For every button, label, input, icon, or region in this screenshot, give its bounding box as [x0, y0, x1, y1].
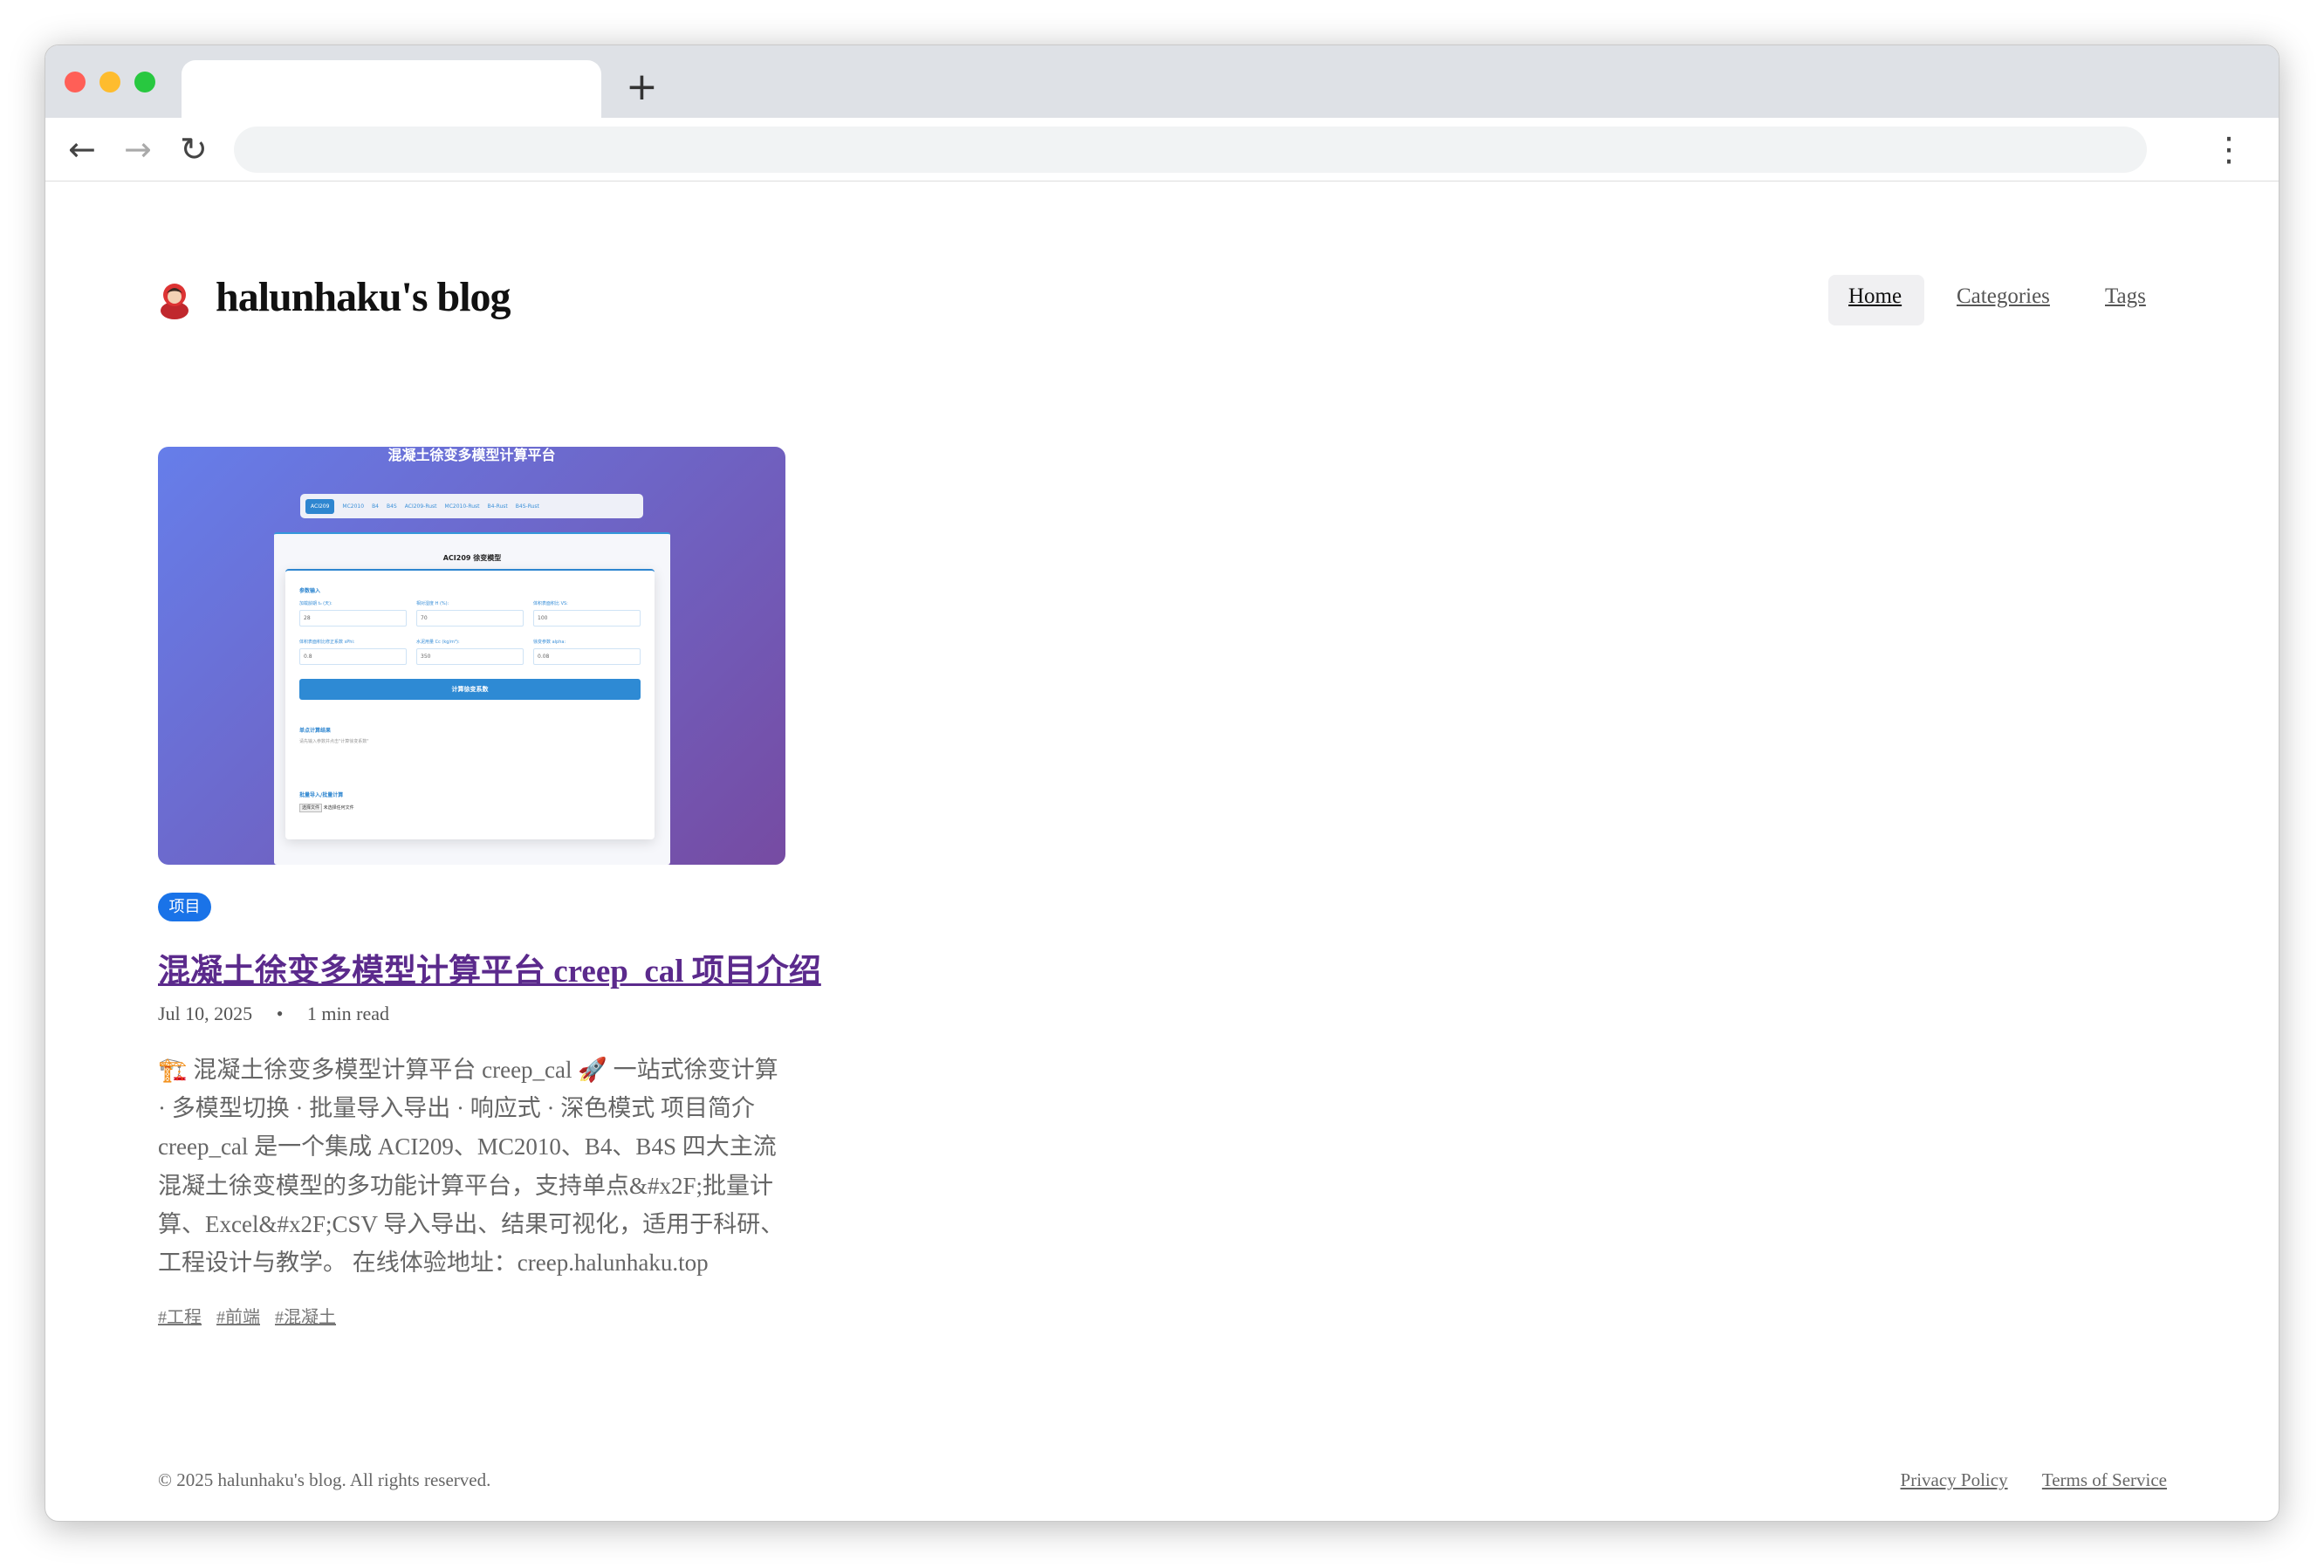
new-tab-button[interactable]: +: [626, 65, 658, 109]
thumb-field: 相对湿度 H (%): 70: [416, 600, 524, 627]
post-tags: #工程 #前端 #混凝土: [158, 1303, 346, 1328]
read-time: 1 min read: [306, 1003, 389, 1024]
browser-tab[interactable]: [182, 60, 601, 118]
terms-of-service-link[interactable]: Terms of Service: [2042, 1469, 2167, 1490]
thumb-section: 单点计算结果: [299, 728, 332, 734]
tag-link[interactable]: #前端: [216, 1308, 260, 1327]
back-icon[interactable]: ←: [68, 130, 96, 168]
thumb-model-tabs: ACI209 MC2010 B4 B4S ACI209-Rust MC2010-…: [300, 494, 643, 518]
tag-link[interactable]: #混凝土: [275, 1308, 336, 1327]
thumb-tab: ACI209-Rust: [404, 503, 437, 510]
thumb-form: 参数输入 加载龄期 t₀ (天): 28 相对湿度 H (%): 70 体积表面积比…: [285, 569, 655, 839]
tag-link[interactable]: #工程: [158, 1308, 202, 1327]
thumb-field: 水泥用量 Cc (kg/m³): 350: [416, 639, 524, 665]
browser-window: + ← → ↻ ⋮ halunhaku's blog Home Categori…: [45, 45, 2279, 1522]
thumb-field: 体积表面积比修正系数 sPhi: 0.8: [299, 639, 407, 665]
thumb-section: 批量导入/批量计算: [299, 792, 344, 798]
footer-copyright: © 2025 halunhaku's blog. All rights rese…: [158, 1469, 491, 1490]
category-badge[interactable]: 项目: [158, 893, 211, 921]
maximize-window-button[interactable]: [134, 72, 155, 92]
post-thumbnail[interactable]: 混凝土徐变多模型计算平台 ACI209 MC2010 B4 B4S ACI209…: [158, 447, 785, 865]
post-excerpt: 🏗️ 混凝土徐变多模型计算平台 creep_cal 🚀 一站式徐变计算 · 多模…: [158, 1057, 785, 1277]
meta-separator: •: [276, 1003, 284, 1024]
thumb-tab: B4-Rust: [487, 503, 508, 510]
thumb-file-input: 选择文件 未选择任何文件: [299, 804, 354, 812]
thumb-tab: ACI209: [305, 498, 335, 514]
thumb-tab: MC2010-Rust: [444, 503, 480, 510]
thumb-calc-button: 计算徐变系数: [299, 679, 641, 700]
reload-icon[interactable]: ↻: [180, 130, 208, 168]
thumb-result-hint: 请先输入参数并点击"计算徐变系数": [299, 739, 369, 744]
nav-home[interactable]: Home: [1848, 284, 1902, 309]
nav-tags[interactable]: Tags: [2105, 284, 2146, 309]
thumb-tab: B4: [372, 503, 379, 510]
thumb-field: 体积表面积比 VS: 100: [533, 600, 641, 627]
address-bar[interactable]: [234, 127, 2147, 173]
thumb-title: 混凝土徐变多模型计算平台: [387, 447, 556, 463]
page: halunhaku's blog Home Categories Tags 混凝…: [45, 181, 2279, 1521]
avatar-logo-icon: [161, 284, 189, 319]
post-meta: Jul 10, 2025 • 1 min read: [158, 1003, 408, 1025]
post-title-link[interactable]: 混凝土徐变多模型计算平台 creep_cal 项目介绍: [158, 944, 821, 991]
forward-icon[interactable]: →: [124, 130, 152, 168]
menu-icon[interactable]: ⋮: [2212, 130, 2245, 168]
thumb-tab: MC2010: [342, 503, 365, 510]
tab-bar: +: [45, 45, 2279, 118]
thumb-tab: B4S: [387, 503, 397, 510]
post-date: Jul 10, 2025: [158, 1003, 253, 1024]
thumb-card: ACI209 徐变模型 参数输入 加载龄期 t₀ (天): 28 相对湿度 H (…: [274, 532, 670, 865]
nav-categories[interactable]: Categories: [1957, 284, 2050, 309]
thumb-model-title: ACI209 徐变模型: [442, 554, 502, 562]
thumb-field: 徐变参数 alpha: 0.08: [533, 639, 641, 665]
minimize-window-button[interactable]: [99, 72, 120, 92]
browser-toolbar: ← → ↻ ⋮: [45, 118, 2279, 181]
thumb-field: 加载龄期 t₀ (天): 28: [299, 600, 407, 627]
thumb-tab: B4S-Rust: [515, 503, 539, 510]
site-title[interactable]: halunhaku's blog: [216, 273, 511, 321]
close-window-button[interactable]: [65, 72, 86, 92]
thumb-section: 参数输入: [299, 588, 321, 594]
footer-links: Privacy Policy Terms of Service: [1871, 1469, 2167, 1491]
privacy-policy-link[interactable]: Privacy Policy: [1901, 1469, 2008, 1490]
